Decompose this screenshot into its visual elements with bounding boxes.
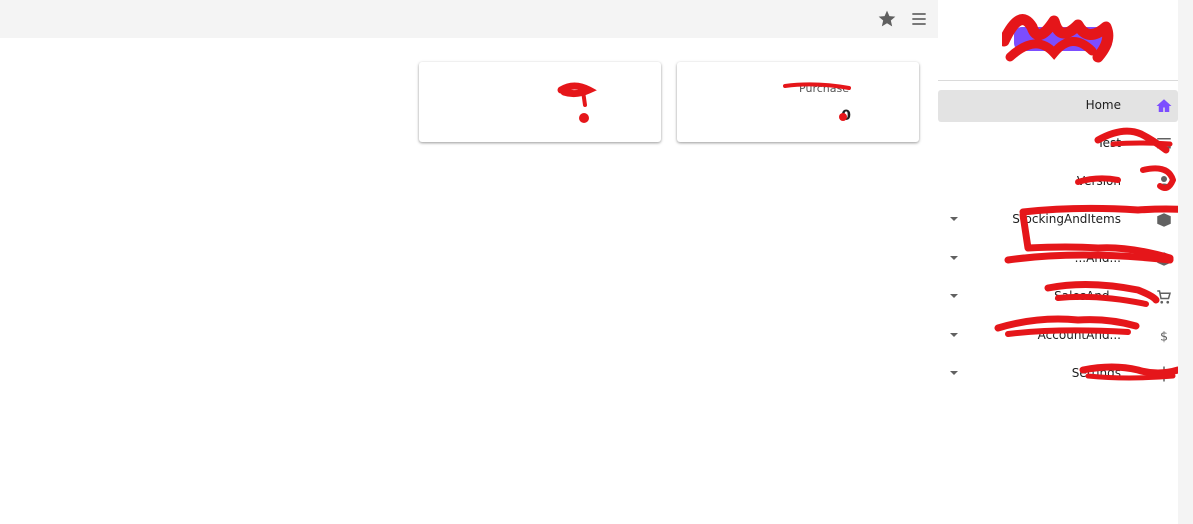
sidebar-item-label: StockingAndItems [1012,212,1121,226]
sidebar-item-test[interactable]: Test [938,128,1178,160]
gear-icon [1154,364,1174,384]
star-button[interactable] [876,8,898,30]
person-icon [1154,172,1174,192]
svg-text:$: $ [1160,330,1168,345]
logo-area [938,0,1178,81]
card-title: Purchase [799,82,849,95]
sidebar-item-label: SalesAnd... [1054,289,1121,303]
cart-icon [1154,287,1174,307]
chevron-down-icon [950,256,958,260]
sidebar-item-label: Test [1097,136,1121,150]
card-value: 0 [841,108,851,124]
stat-card-1[interactable] [419,62,661,142]
sidebar-item-account[interactable]: AccountAnd... $ [938,320,1178,352]
star-icon [878,10,896,27]
sidebar-item-label: AccountAnd... [1037,328,1121,342]
sidebar-item-stocking[interactable]: StockingAndItems [938,204,1178,236]
sidebar-item-label: Settings [1071,366,1121,380]
chevron-down-icon [950,333,958,337]
sidebar-item-home[interactable]: Home [938,90,1178,122]
scrollbar-track[interactable] [1178,0,1193,524]
sidebar-item-version[interactable]: Version [938,166,1178,198]
sidebar-item-label: Version [1076,174,1121,188]
sidebar: Home Test Version StockingAndItems ...An… [938,0,1178,524]
redaction-mark [557,82,597,123]
top-bar [0,0,938,38]
chevron-down-icon [950,294,958,298]
box-icon [1154,210,1174,230]
dollar-icon: $ [1154,326,1174,346]
menu-icon [912,13,926,25]
chevron-down-icon [950,371,958,375]
sidebar-item-sales[interactable]: SalesAnd... [938,281,1178,313]
sidebar-item-settings[interactable]: Settings [938,358,1178,390]
box-icon [1154,249,1174,269]
table-icon [1154,134,1174,154]
chevron-down-icon [950,217,958,221]
logo [1002,14,1114,63]
stat-card-purchase[interactable]: Purchase 0 [677,62,919,142]
sidebar-item-label: Home [1085,98,1121,112]
sidebar-item-label: ...And... [1074,251,1121,265]
sidebar-item-5[interactable]: ...And... [938,243,1178,275]
home-icon [1154,96,1174,116]
menu-button[interactable] [908,8,930,30]
